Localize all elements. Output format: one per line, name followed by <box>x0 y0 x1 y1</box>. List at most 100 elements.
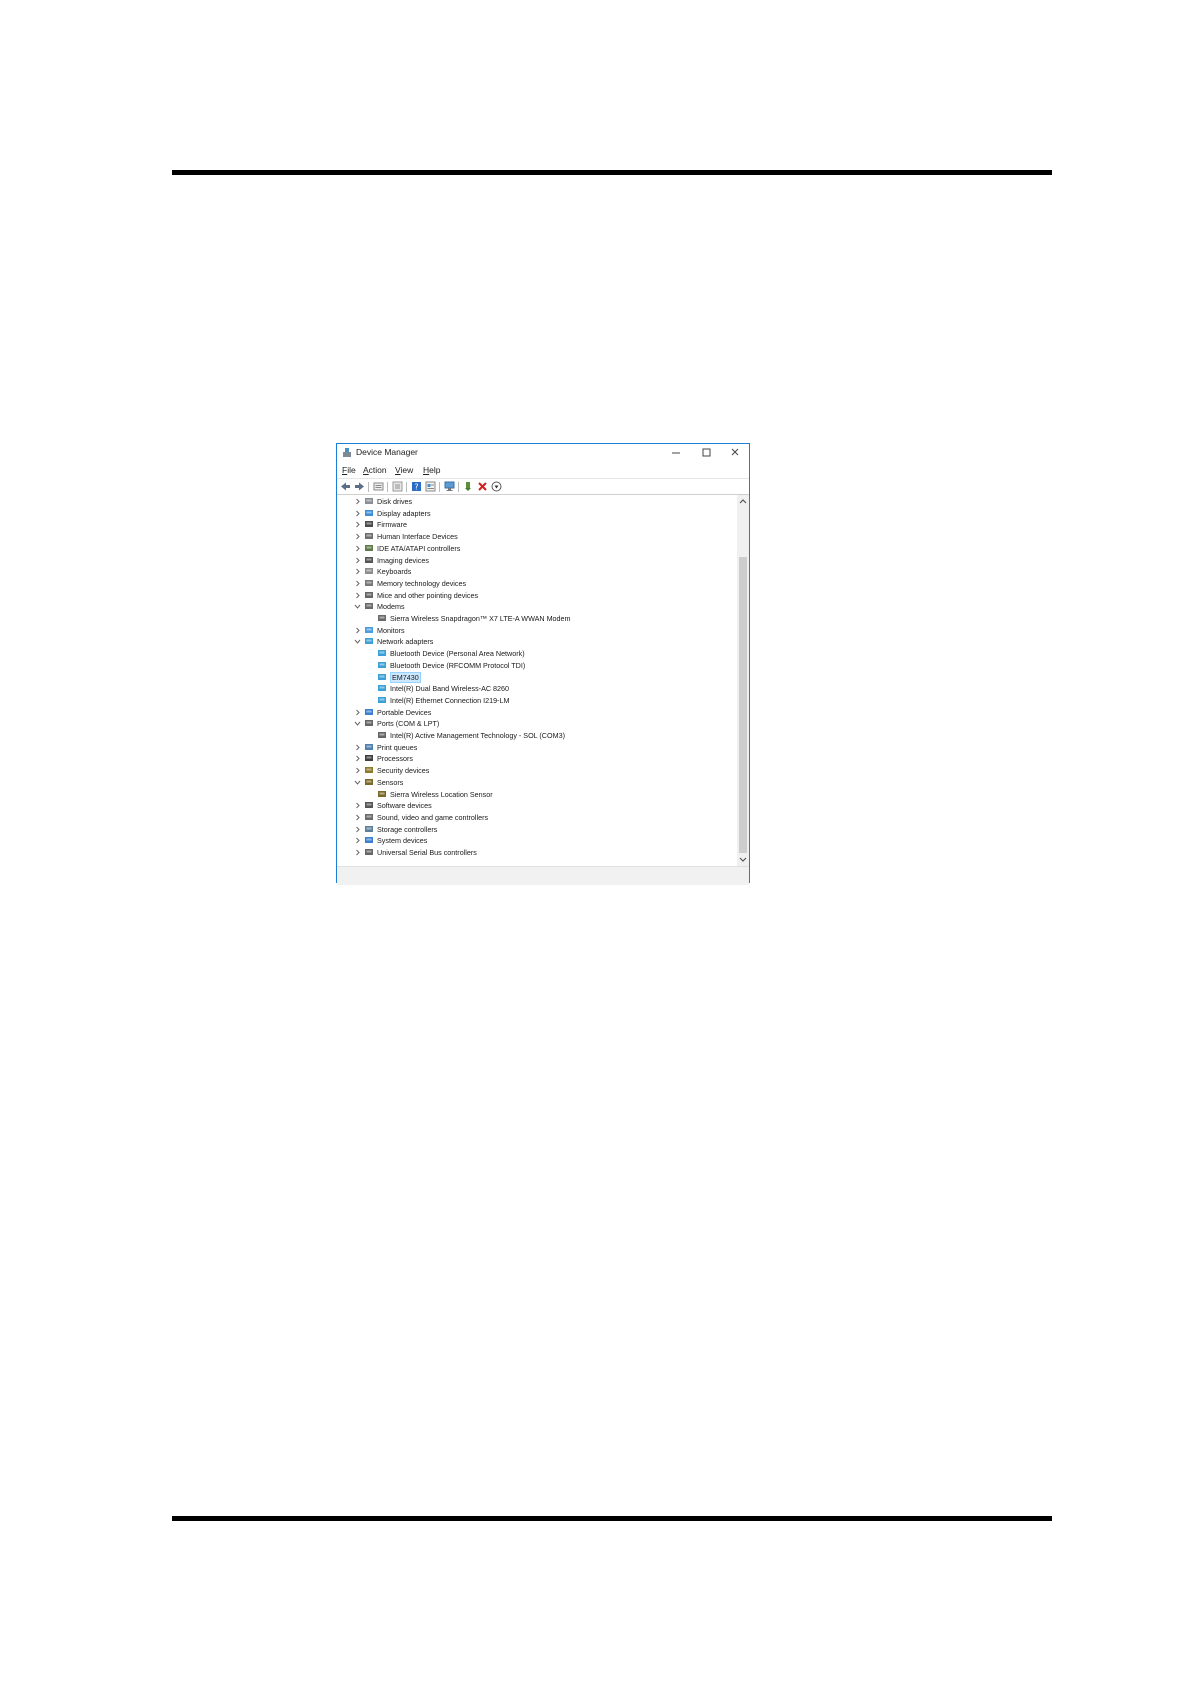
tree-row[interactable]: Keyboards <box>337 566 735 577</box>
tree-row[interactable]: Software devices <box>337 800 735 811</box>
scan-hardware-icon[interactable] <box>444 481 455 492</box>
tree-row[interactable]: Mice and other pointing devices <box>337 590 735 601</box>
network-adapter-icon <box>378 696 386 703</box>
chevron-down-icon[interactable] <box>354 719 361 728</box>
tree-row[interactable]: Sensors <box>337 777 735 788</box>
toolbar-separator <box>368 482 369 492</box>
chevron-right-icon[interactable] <box>354 708 361 717</box>
chevron-right-icon[interactable] <box>354 567 361 576</box>
tree-row[interactable]: Sierra Wireless Snapdragon™ X7 LTE-A WWA… <box>337 613 735 624</box>
chevron-down-icon[interactable] <box>354 637 361 646</box>
menu-view[interactable]: View <box>395 465 413 475</box>
properties-icon[interactable] <box>373 481 384 492</box>
maximize-icon[interactable] <box>699 446 713 459</box>
menu-file[interactable]: File <box>342 465 356 475</box>
chevron-right-icon[interactable] <box>354 801 361 810</box>
printer-icon <box>365 743 373 750</box>
chevron-down-icon[interactable] <box>354 778 361 787</box>
close-icon[interactable] <box>728 446 742 459</box>
help-icon[interactable]: ? <box>411 481 422 492</box>
tree-row[interactable]: Imaging devices <box>337 555 735 566</box>
chevron-right-icon[interactable] <box>354 532 361 541</box>
forward-arrow-icon[interactable] <box>354 481 365 492</box>
tree-item-label: Sierra Wireless Snapdragon™ X7 LTE-A WWA… <box>390 614 571 623</box>
tree-row[interactable]: Sierra Wireless Location Sensor <box>337 789 735 800</box>
tree-row[interactable]: EM7430 <box>337 671 735 683</box>
uninstall-device-icon[interactable] <box>477 481 488 492</box>
tree-row[interactable]: Processors <box>337 753 735 764</box>
tree-row[interactable]: Intel(R) Ethernet Connection I219-LM <box>337 695 735 706</box>
chevron-right-icon[interactable] <box>354 766 361 775</box>
tree-item-label: Portable Devices <box>377 707 432 717</box>
chevron-right-icon[interactable] <box>354 813 361 822</box>
header-rule <box>172 170 1052 175</box>
tree-row[interactable]: Human Interface Devices <box>337 531 735 542</box>
tree-row[interactable]: Universal Serial Bus controllers <box>337 847 735 858</box>
chevron-right-icon[interactable] <box>354 556 361 565</box>
details-view-icon[interactable] <box>425 481 436 492</box>
tree-row[interactable]: Bluetooth Device (RFCOMM Protocol TDI) <box>337 660 735 671</box>
menu-action[interactable]: Action <box>363 465 387 475</box>
scroll-up-icon[interactable] <box>739 498 747 505</box>
tree-row[interactable]: Security devices <box>337 765 735 776</box>
security-device-icon <box>365 767 373 774</box>
network-adapter-icon <box>378 650 386 657</box>
tree-row[interactable]: Ports (COM & LPT) <box>337 718 735 729</box>
tree-row[interactable]: System devices <box>337 835 735 846</box>
chevron-right-icon[interactable] <box>354 579 361 588</box>
tree-row[interactable]: Memory technology devices <box>337 578 735 589</box>
chevron-right-icon[interactable] <box>354 848 361 857</box>
tree-row[interactable]: Display adapters <box>337 508 735 519</box>
tree-item-label: Security devices <box>377 766 430 776</box>
back-arrow-icon[interactable] <box>340 481 351 492</box>
tree-row[interactable]: Firmware <box>337 519 735 530</box>
minimize-icon[interactable] <box>669 446 683 459</box>
scrollbar-thumb[interactable] <box>739 557 747 853</box>
tree-row[interactable]: Bluetooth Device (Personal Area Network) <box>337 648 735 659</box>
chevron-right-icon[interactable] <box>354 825 361 834</box>
portable-device-icon <box>365 708 373 715</box>
tree-item-label: Universal Serial Bus controllers <box>377 848 477 857</box>
chevron-right-icon[interactable] <box>354 626 361 635</box>
display-adapter-icon <box>365 509 373 516</box>
imaging-device-icon <box>365 556 373 563</box>
chevron-down-icon[interactable] <box>354 602 361 611</box>
tree-item-label: Sensors <box>377 777 404 787</box>
chevron-right-icon[interactable] <box>354 754 361 763</box>
chevron-right-icon[interactable] <box>354 520 361 529</box>
tree-row[interactable]: Sound, video and game controllers <box>337 812 735 823</box>
tree-item-label: Disk drives <box>377 497 413 506</box>
update-driver-icon[interactable] <box>392 481 403 492</box>
vertical-scrollbar[interactable] <box>737 495 749 866</box>
tree-item-label: Modems <box>377 602 405 612</box>
title-bar[interactable]: Device Manager <box>337 444 749 462</box>
chevron-right-icon[interactable] <box>354 544 361 553</box>
tree-row[interactable]: Portable Devices <box>337 707 735 718</box>
tree-row[interactable]: Network adapters <box>337 636 735 647</box>
modem-icon <box>378 615 386 621</box>
scroll-down-icon[interactable] <box>739 856 747 863</box>
chevron-right-icon[interactable] <box>354 591 361 600</box>
tree-item-label: Print queues <box>377 742 418 752</box>
tree-row[interactable]: Modems <box>337 601 735 612</box>
tree-item-label: IDE ATA/ATAPI controllers <box>377 543 461 553</box>
toolbar-separator <box>439 482 440 492</box>
tree-row[interactable]: Intel(R) Dual Band Wireless-AC 8260 <box>337 683 735 694</box>
tree-row[interactable]: Monitors <box>337 625 735 636</box>
download-driver-icon[interactable] <box>491 481 502 492</box>
chevron-right-icon[interactable] <box>354 836 361 845</box>
menu-help[interactable]: Help <box>423 465 440 475</box>
chevron-right-icon[interactable] <box>354 743 361 752</box>
tree-item-label: Memory technology devices <box>377 578 467 588</box>
tree-item-label: Display adapters <box>377 508 431 518</box>
tree-item-label: Intel(R) Dual Band Wireless-AC 8260 <box>390 684 510 694</box>
enable-device-icon[interactable] <box>463 481 474 492</box>
tree-row[interactable]: Storage controllers <box>337 824 735 835</box>
tree-row[interactable]: Intel(R) Active Management Technology - … <box>337 730 735 741</box>
tree-row[interactable]: Disk drives <box>337 496 735 507</box>
tree-row[interactable]: Print queues <box>337 742 735 753</box>
chevron-right-icon[interactable] <box>354 509 361 518</box>
tree-row[interactable]: IDE ATA/ATAPI controllers <box>337 543 735 554</box>
footer-rule <box>172 1516 1052 1521</box>
chevron-right-icon[interactable] <box>354 497 361 506</box>
